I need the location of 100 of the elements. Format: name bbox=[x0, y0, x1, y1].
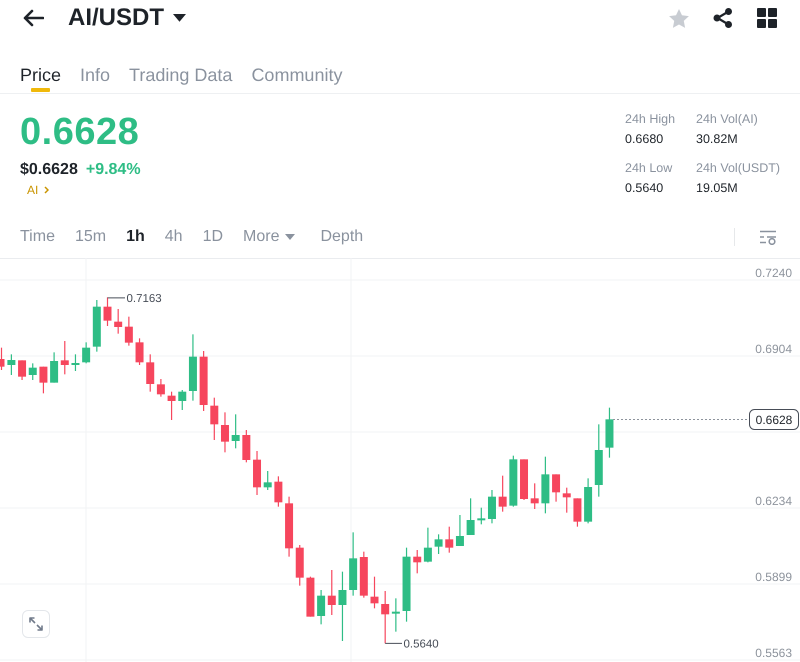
rising-candle bbox=[50, 352, 58, 383]
falling-candle bbox=[242, 430, 250, 462]
rising-candle bbox=[188, 334, 197, 401]
interval-tab[interactable]: Time bbox=[20, 227, 55, 247]
rising-candle bbox=[466, 498, 475, 535]
more-dropdown[interactable]: More bbox=[243, 227, 296, 247]
interval-tab[interactable]: 1h bbox=[126, 227, 145, 247]
settings-icon[interactable] bbox=[759, 230, 777, 244]
caret-icon bbox=[173, 14, 186, 22]
stat-label: 24h Vol(USDT) bbox=[696, 160, 780, 177]
falling-candle bbox=[360, 552, 368, 598]
pair-selector[interactable]: AI/USDT bbox=[68, 4, 186, 32]
falling-candle bbox=[60, 341, 69, 374]
rising-candle bbox=[424, 528, 432, 562]
leader-line bbox=[107, 297, 126, 298]
stat-value: 0.6680 bbox=[625, 131, 664, 148]
interval-tab[interactable]: 1D bbox=[202, 227, 224, 247]
tab[interactable]: Info bbox=[80, 36, 110, 93]
falling-candle bbox=[253, 451, 262, 495]
falling-candle bbox=[562, 488, 571, 513]
tab[interactable]: Trading Data bbox=[129, 36, 232, 93]
falling-candle bbox=[168, 392, 176, 420]
falling-candle bbox=[114, 309, 122, 334]
tab[interactable]: Price bbox=[20, 36, 62, 93]
rising-candle bbox=[392, 598, 400, 632]
price-axis-label: 0.5563 bbox=[755, 646, 792, 660]
high-price-label: 0.7163 bbox=[126, 292, 162, 305]
price-axis-label: 0.6904 bbox=[755, 342, 792, 356]
rising-candle bbox=[28, 363, 37, 380]
falling-candle bbox=[520, 459, 528, 500]
interval-tab[interactable]: Depth bbox=[320, 227, 364, 247]
stat-value: 0.5640 bbox=[625, 180, 664, 197]
rising-candle bbox=[264, 471, 272, 490]
usd-price: $0.6628 bbox=[20, 160, 78, 180]
falling-candle bbox=[445, 526, 454, 553]
star-icon[interactable] bbox=[669, 8, 689, 28]
falling-candle bbox=[200, 351, 208, 411]
rising-candle bbox=[7, 354, 16, 375]
price-axis-label: 0.7240 bbox=[755, 266, 792, 280]
expand-button[interactable] bbox=[22, 610, 50, 638]
stat-label: 24h Vol(AI) bbox=[696, 111, 758, 128]
price-axis-label: 0.6234 bbox=[755, 494, 792, 508]
falling-candle bbox=[124, 316, 133, 346]
price-change: +9.84% bbox=[86, 160, 141, 180]
falling-candle bbox=[552, 474, 560, 502]
rising-candle bbox=[338, 572, 346, 641]
stat-value: 19.05M bbox=[696, 180, 738, 197]
share-icon[interactable] bbox=[713, 8, 733, 28]
stat-label: 24h High bbox=[625, 111, 676, 128]
stat-label: 24h Low bbox=[625, 160, 672, 177]
falling-candle bbox=[146, 354, 154, 392]
stat-value: 30.82M bbox=[696, 131, 738, 148]
tab[interactable]: Community bbox=[251, 36, 342, 93]
caret-icon bbox=[285, 234, 296, 240]
falling-candle bbox=[413, 550, 422, 574]
falling-candle bbox=[530, 483, 539, 509]
falling-candle bbox=[370, 576, 378, 608]
falling-candle bbox=[210, 398, 218, 440]
rising-candle bbox=[488, 490, 496, 524]
rising-candle bbox=[317, 590, 326, 624]
expand-icon bbox=[28, 616, 44, 632]
falling-candle bbox=[296, 545, 304, 586]
falling-candle bbox=[220, 412, 229, 452]
falling-candle bbox=[104, 297, 112, 326]
falling-candle bbox=[18, 360, 26, 380]
rising-candle bbox=[434, 534, 443, 554]
rising-candle bbox=[477, 508, 486, 524]
interval-tab[interactable]: 15m bbox=[74, 227, 106, 247]
rising-candle bbox=[349, 532, 358, 596]
rising-candle bbox=[456, 515, 464, 546]
falling-candle bbox=[328, 570, 336, 615]
falling-candle bbox=[306, 576, 314, 617]
low-price-label: 0.5640 bbox=[404, 638, 439, 650]
rising-candle bbox=[71, 354, 80, 371]
rising-candle bbox=[509, 456, 518, 507]
last-price-tag: 0.6628 bbox=[749, 409, 799, 430]
interval-tab[interactable]: 4h bbox=[164, 227, 183, 247]
price-axis-label: 0.5899 bbox=[755, 570, 792, 584]
rising-candle bbox=[541, 456, 550, 514]
base-asset-link[interactable]: AI bbox=[27, 182, 50, 198]
falling-candle bbox=[573, 498, 582, 527]
rising-candle bbox=[605, 408, 614, 458]
rising-candle bbox=[92, 300, 101, 352]
falling-candle bbox=[381, 591, 390, 644]
falling-candle bbox=[156, 379, 165, 397]
chevron-right-icon bbox=[44, 186, 50, 194]
leader-line bbox=[384, 642, 402, 644]
falling-candle bbox=[285, 496, 294, 557]
rising-candle bbox=[232, 414, 240, 448]
back-arrow-icon[interactable] bbox=[22, 9, 44, 27]
rising-candle bbox=[82, 342, 90, 364]
rising-candle bbox=[584, 478, 592, 524]
grid-icon[interactable] bbox=[757, 8, 777, 28]
falling-candle bbox=[0, 348, 4, 370]
falling-candle bbox=[39, 366, 48, 394]
rising-candle bbox=[178, 390, 186, 410]
falling-candle bbox=[136, 338, 144, 365]
last-price: 0.6628 bbox=[20, 110, 140, 154]
falling-candle bbox=[274, 476, 282, 507]
falling-candle bbox=[498, 476, 507, 512]
